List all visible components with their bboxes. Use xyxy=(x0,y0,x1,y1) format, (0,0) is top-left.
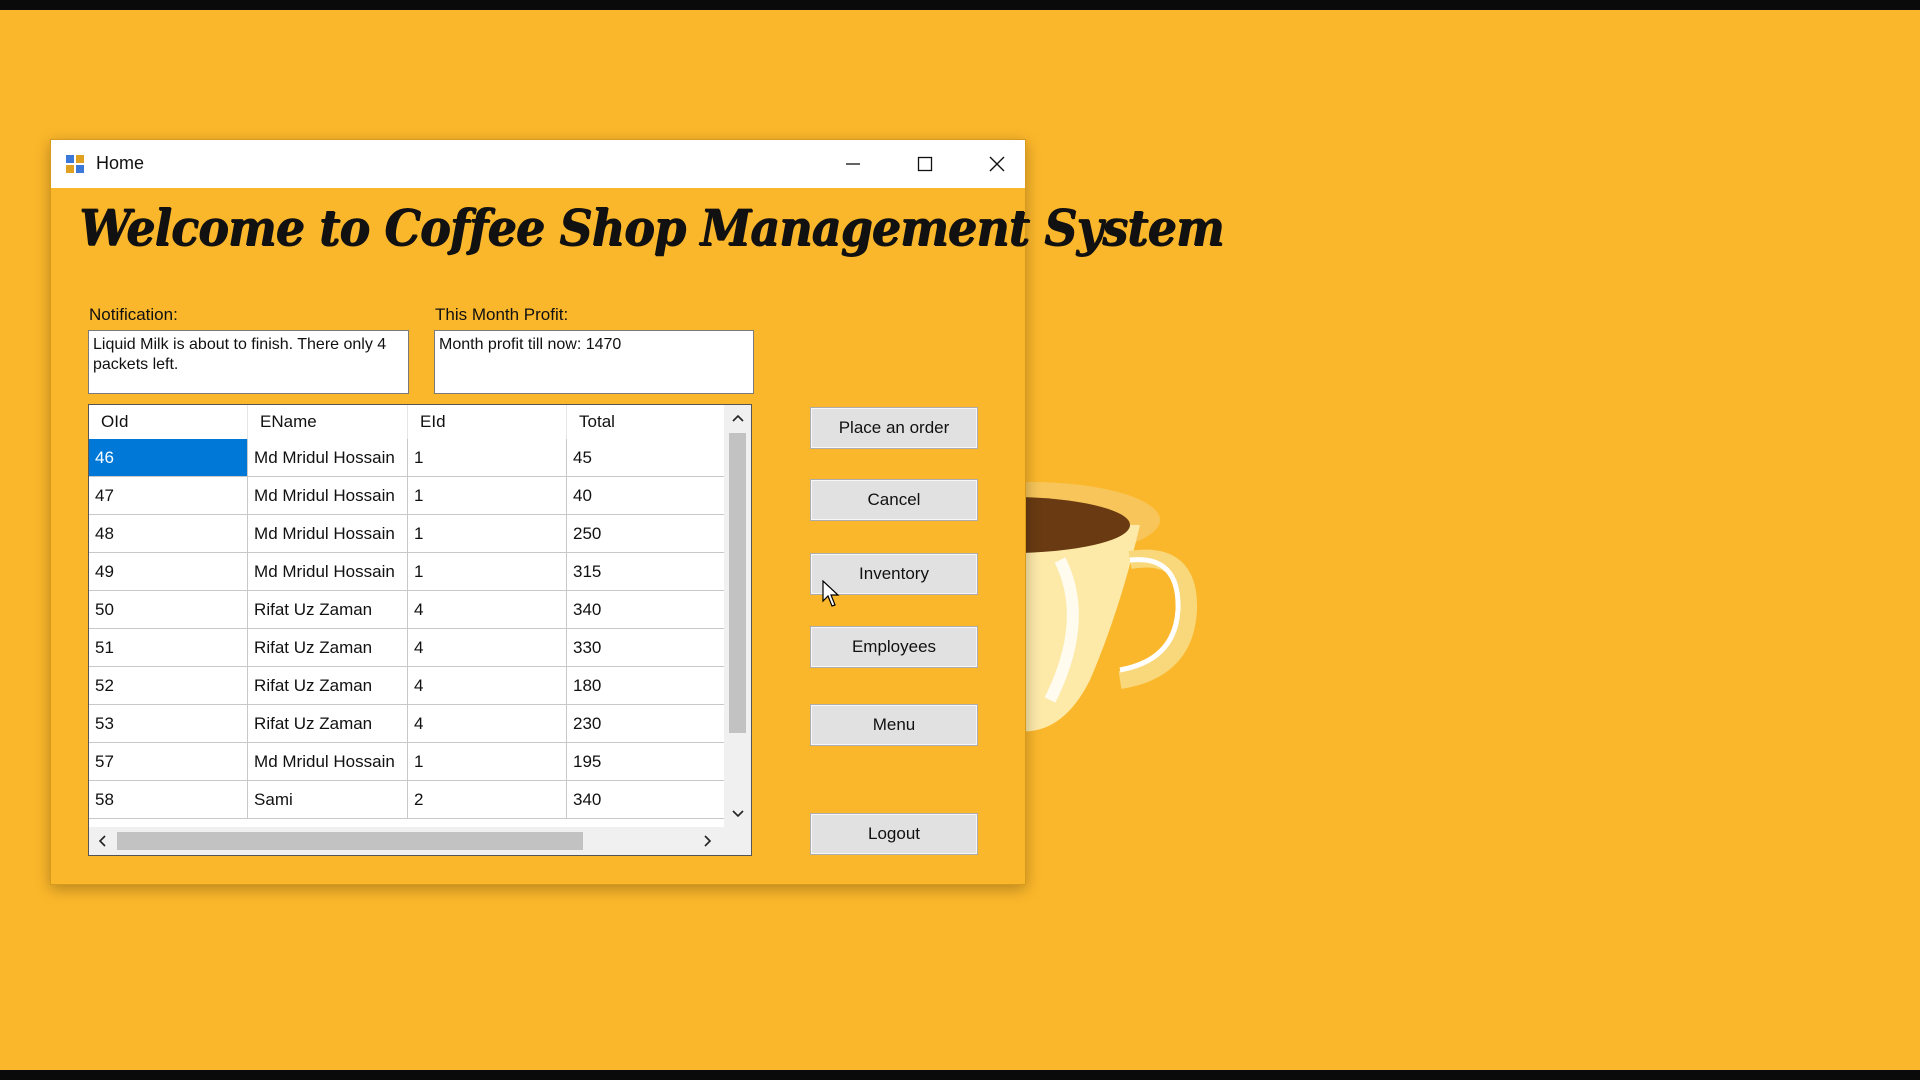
scroll-right-button[interactable] xyxy=(697,827,719,855)
vertical-scrollbar[interactable] xyxy=(724,405,751,827)
scroll-up-button[interactable] xyxy=(724,407,751,429)
scroll-left-button[interactable] xyxy=(91,827,113,855)
cell-oid[interactable]: 49 xyxy=(89,552,249,591)
maximize-icon xyxy=(917,156,933,172)
cell-total[interactable]: 315 xyxy=(566,552,727,591)
table-row[interactable]: 57 Md Mridul Hossain 1 195 xyxy=(89,742,751,781)
notification-label: Notification: xyxy=(89,305,178,324)
letterbox-bottom xyxy=(0,1070,1920,1080)
cell-ename[interactable]: Md Mridul Hossain xyxy=(247,742,409,781)
cell-total[interactable]: 330 xyxy=(566,628,727,667)
logout-button[interactable]: Logout xyxy=(810,813,978,855)
cell-oid[interactable]: 48 xyxy=(89,514,249,553)
cell-ename[interactable]: Sami xyxy=(247,780,409,819)
cell-eid[interactable]: 1 xyxy=(407,552,568,591)
cell-ename[interactable]: Md Mridul Hossain xyxy=(247,476,409,515)
home-window: Home Welcome to Coffee Shop Management S… xyxy=(50,139,1224,885)
employees-button[interactable]: Employees xyxy=(810,626,978,668)
profit-textbox[interactable]: Month profit till now: 1470 xyxy=(434,330,754,394)
cell-eid[interactable]: 4 xyxy=(407,590,568,629)
table-row[interactable]: 49 Md Mridul Hossain 1 315 xyxy=(89,552,751,591)
table-row[interactable]: 58 Sami 2 340 xyxy=(89,780,751,819)
cancel-button[interactable]: Cancel xyxy=(810,479,978,521)
place-order-button[interactable]: Place an order xyxy=(810,407,978,449)
table-body: 46 Md Mridul Hossain 1 45 47 Md Mridul H… xyxy=(89,439,751,819)
table-row[interactable]: 48 Md Mridul Hossain 1 250 xyxy=(89,514,751,553)
vertical-scroll-thumb[interactable] xyxy=(729,433,746,733)
cell-oid[interactable]: 51 xyxy=(89,628,249,667)
cell-eid[interactable]: 1 xyxy=(407,514,568,553)
title-bar: Home xyxy=(51,140,1025,188)
cell-ename[interactable]: Md Mridul Hossain xyxy=(247,552,409,591)
cell-eid[interactable]: 2 xyxy=(407,780,568,819)
table-row[interactable]: 52 Rifat Uz Zaman 4 180 xyxy=(89,666,751,705)
cell-oid[interactable]: 52 xyxy=(89,666,249,705)
cell-total[interactable]: 250 xyxy=(566,514,727,553)
cell-oid[interactable]: 50 xyxy=(89,590,249,629)
welcome-heading: Welcome to Coffee Shop Management System xyxy=(79,198,1224,257)
menu-button[interactable]: Menu xyxy=(810,704,978,746)
profit-label: This Month Profit: xyxy=(435,305,569,324)
cell-total[interactable]: 40 xyxy=(566,476,727,515)
cell-eid[interactable]: 1 xyxy=(407,439,568,477)
cell-ename[interactable]: Md Mridul Hossain xyxy=(247,514,409,553)
app-icon xyxy=(66,155,84,173)
chevron-left-icon xyxy=(98,835,106,847)
table-row[interactable]: 47 Md Mridul Hossain 1 40 xyxy=(89,476,751,515)
cell-ename[interactable]: Rifat Uz Zaman xyxy=(247,666,409,705)
cell-total[interactable]: 340 xyxy=(566,780,727,819)
chevron-up-icon xyxy=(731,414,744,422)
cell-ename[interactable]: Rifat Uz Zaman xyxy=(247,628,409,667)
cell-eid[interactable]: 4 xyxy=(407,704,568,743)
mouse-cursor-icon xyxy=(822,580,840,607)
table-header-row: OId EName EId Total xyxy=(89,405,751,439)
close-button[interactable] xyxy=(961,140,1033,188)
cell-ename[interactable]: Rifat Uz Zaman xyxy=(247,590,409,629)
minimize-button[interactable] xyxy=(817,140,889,188)
window-title: Home xyxy=(96,153,145,173)
letterbox-top xyxy=(0,0,1920,10)
horizontal-scroll-thumb[interactable] xyxy=(117,832,583,850)
table-row[interactable]: 53 Rifat Uz Zaman 4 230 xyxy=(89,704,751,743)
cell-oid[interactable]: 47 xyxy=(89,476,249,515)
cell-eid[interactable]: 1 xyxy=(407,742,568,781)
chevron-right-icon xyxy=(704,835,712,847)
column-header-ename[interactable]: EName xyxy=(247,405,409,439)
minimize-icon xyxy=(846,163,860,165)
cell-total[interactable]: 45 xyxy=(566,439,727,477)
cell-oid[interactable]: 46 xyxy=(89,439,249,477)
table-row[interactable]: 50 Rifat Uz Zaman 4 340 xyxy=(89,590,751,629)
cell-eid[interactable]: 4 xyxy=(407,666,568,705)
cell-total[interactable]: 195 xyxy=(566,742,727,781)
cell-ename[interactable]: Rifat Uz Zaman xyxy=(247,704,409,743)
cell-oid[interactable]: 58 xyxy=(89,780,249,819)
horizontal-scrollbar[interactable] xyxy=(89,827,724,855)
cell-eid[interactable]: 4 xyxy=(407,628,568,667)
close-icon xyxy=(989,156,1005,172)
maximize-button[interactable] xyxy=(889,140,961,188)
cell-oid[interactable]: 53 xyxy=(89,704,249,743)
notification-textbox[interactable]: Liquid Milk is about to finish. There on… xyxy=(88,330,409,394)
cell-ename[interactable]: Md Mridul Hossain xyxy=(247,439,409,477)
scrollbar-corner xyxy=(724,827,751,855)
cell-total[interactable]: 230 xyxy=(566,704,727,743)
scroll-down-button[interactable] xyxy=(724,803,751,825)
cell-eid[interactable]: 1 xyxy=(407,476,568,515)
column-header-total[interactable]: Total xyxy=(566,405,727,439)
cell-total[interactable]: 340 xyxy=(566,590,727,629)
orders-table: OId EName EId Total 46 Md Mridul Hossain… xyxy=(89,405,751,819)
chevron-down-icon xyxy=(731,810,744,818)
column-header-eid[interactable]: EId xyxy=(407,405,568,439)
orders-grid[interactable]: OId EName EId Total 46 Md Mridul Hossain… xyxy=(88,404,752,856)
table-row[interactable]: 51 Rifat Uz Zaman 4 330 xyxy=(89,628,751,667)
table-row[interactable]: 46 Md Mridul Hossain 1 45 xyxy=(89,439,751,477)
cell-oid[interactable]: 57 xyxy=(89,742,249,781)
cell-total[interactable]: 180 xyxy=(566,666,727,705)
column-header-oid[interactable]: OId xyxy=(89,405,249,439)
